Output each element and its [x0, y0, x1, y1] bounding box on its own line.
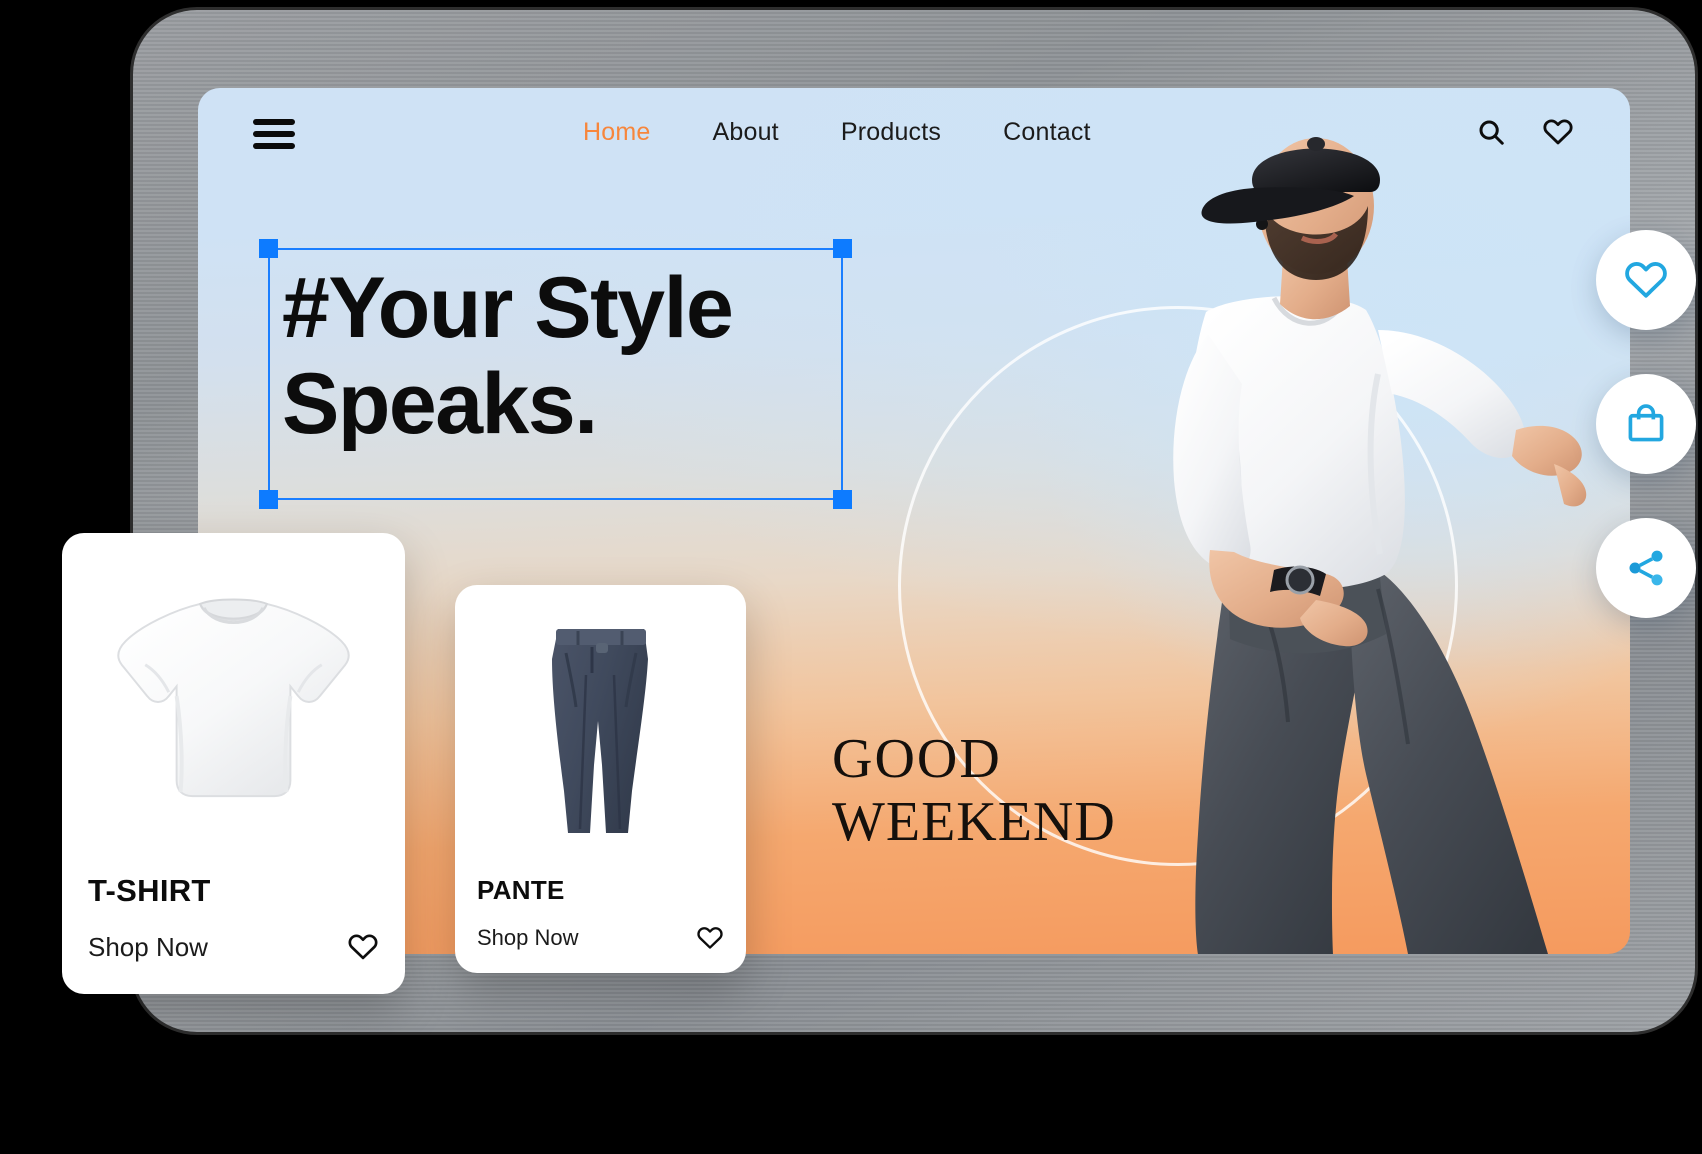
favorite-fab[interactable] — [1596, 230, 1696, 330]
floating-action-buttons — [1596, 230, 1696, 618]
product-title: T-SHIRT — [88, 873, 211, 908]
product-card-footer: Shop Now — [88, 931, 379, 963]
hamburger-bar — [253, 143, 295, 149]
heart-icon — [1625, 262, 1667, 298]
navy-trousers-image — [551, 629, 648, 833]
heart-icon[interactable] — [696, 924, 724, 952]
product-card-footer: Shop Now — [477, 924, 724, 952]
product-image-wrapper — [76, 547, 391, 855]
hamburger-bar — [253, 119, 295, 125]
selection-handle-bottom-right[interactable] — [833, 490, 852, 509]
shop-now-link[interactable]: Shop Now — [477, 925, 579, 951]
share-icon — [1629, 550, 1663, 586]
product-image-wrapper — [469, 599, 732, 861]
nav-link-contact[interactable]: Contact — [1003, 118, 1091, 147]
nav-icon-group — [1476, 116, 1574, 148]
product-card-body: PANTE Shop Now — [455, 861, 746, 952]
good-weekend-line1: GOOD — [832, 728, 1002, 790]
nav-link-products[interactable]: Products — [841, 118, 941, 147]
shopping-bag-icon — [1628, 404, 1664, 442]
heart-icon[interactable] — [1542, 116, 1574, 148]
nav-links: Home About Products Contact — [583, 118, 1091, 147]
heart-icon[interactable] — [347, 931, 379, 963]
nav-link-home[interactable]: Home — [583, 118, 651, 147]
website-hero-screen: Home About Products Contact #Your Style … — [198, 88, 1630, 954]
hamburger-menu-icon[interactable] — [253, 119, 295, 149]
product-card-pante[interactable]: PANTE Shop Now — [455, 585, 746, 973]
product-title: PANTE — [477, 875, 565, 905]
hamburger-bar — [253, 131, 295, 137]
selection-handle-top-left[interactable] — [259, 239, 278, 258]
screenshot-root: Home About Products Contact #Your Style … — [0, 0, 1702, 1154]
good-weekend-line2: WEEKEND — [832, 790, 1116, 853]
white-tshirt-image — [117, 598, 350, 798]
site-navbar: Home About Products Contact — [198, 88, 1630, 198]
selection-handle-top-right[interactable] — [833, 239, 852, 258]
text-selection-box[interactable] — [259, 239, 852, 509]
shopping-bag-fab[interactable] — [1596, 374, 1696, 474]
shop-now-link[interactable]: Shop Now — [88, 932, 208, 963]
share-fab[interactable] — [1596, 518, 1696, 618]
good-weekend-badge: GOOD WEEKEND — [832, 728, 1116, 853]
selection-handle-bottom-left[interactable] — [259, 490, 278, 509]
nav-link-about[interactable]: About — [713, 118, 779, 147]
model-photo — [1173, 137, 1587, 954]
product-card-tshirt[interactable]: T-SHIRT Shop Now — [62, 533, 405, 994]
search-icon[interactable] — [1476, 117, 1506, 147]
product-card-body: T-SHIRT Shop Now — [62, 855, 405, 963]
